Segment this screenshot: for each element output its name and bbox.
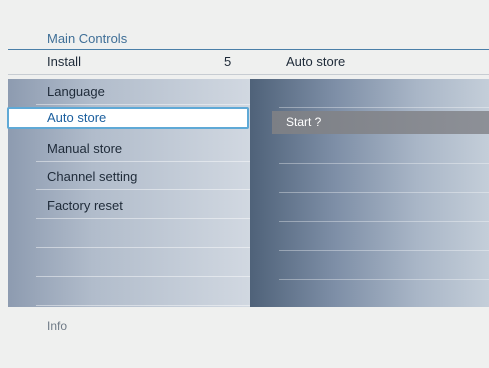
breadcrumb: Main Controls — [47, 31, 128, 46]
submenu-divider — [279, 221, 489, 222]
menu-item-divider — [36, 218, 250, 219]
menu-item-divider — [36, 189, 250, 190]
menu-item-language[interactable]: Language — [8, 79, 250, 105]
menu-item-label: Manual store — [47, 141, 123, 156]
info-label: Info — [47, 319, 68, 333]
menu-item-label: Factory reset — [47, 198, 123, 213]
header-submenu-title: Auto store — [286, 54, 346, 69]
top-divider — [8, 49, 489, 50]
menu-item-empty[interactable] — [8, 280, 250, 306]
menu-item-auto-store[interactable]: Auto store — [7, 107, 249, 129]
menu-item-channel-setting[interactable]: Channel setting — [8, 164, 250, 190]
submenu-divider — [279, 250, 489, 251]
menu-item-factory-reset[interactable]: Factory reset — [8, 193, 250, 219]
submenu-divider — [279, 279, 489, 280]
submenu-divider — [279, 107, 489, 108]
menu-item-empty[interactable] — [8, 251, 250, 277]
submenu-item-label: Start ? — [286, 115, 322, 129]
menu-item-divider — [36, 247, 250, 248]
menu-item-divider — [36, 305, 250, 306]
menu-item-empty[interactable] — [8, 222, 250, 248]
menu-item-label: Channel setting — [47, 169, 138, 184]
menu-item-manual-store[interactable]: Manual store — [8, 136, 250, 162]
header-divider — [8, 74, 489, 75]
menu-item-label: Language — [47, 84, 105, 99]
menu-item-divider — [36, 104, 250, 105]
menu-item-label: Auto store — [47, 110, 107, 125]
header-number: 5 — [224, 54, 232, 69]
menu-item-divider — [36, 161, 250, 162]
menu-item-divider — [36, 276, 250, 277]
submenu-divider — [279, 163, 489, 164]
submenu-divider — [279, 192, 489, 193]
submenu-item-start[interactable]: Start ? — [272, 111, 489, 134]
header-install-title: Install — [47, 54, 81, 69]
